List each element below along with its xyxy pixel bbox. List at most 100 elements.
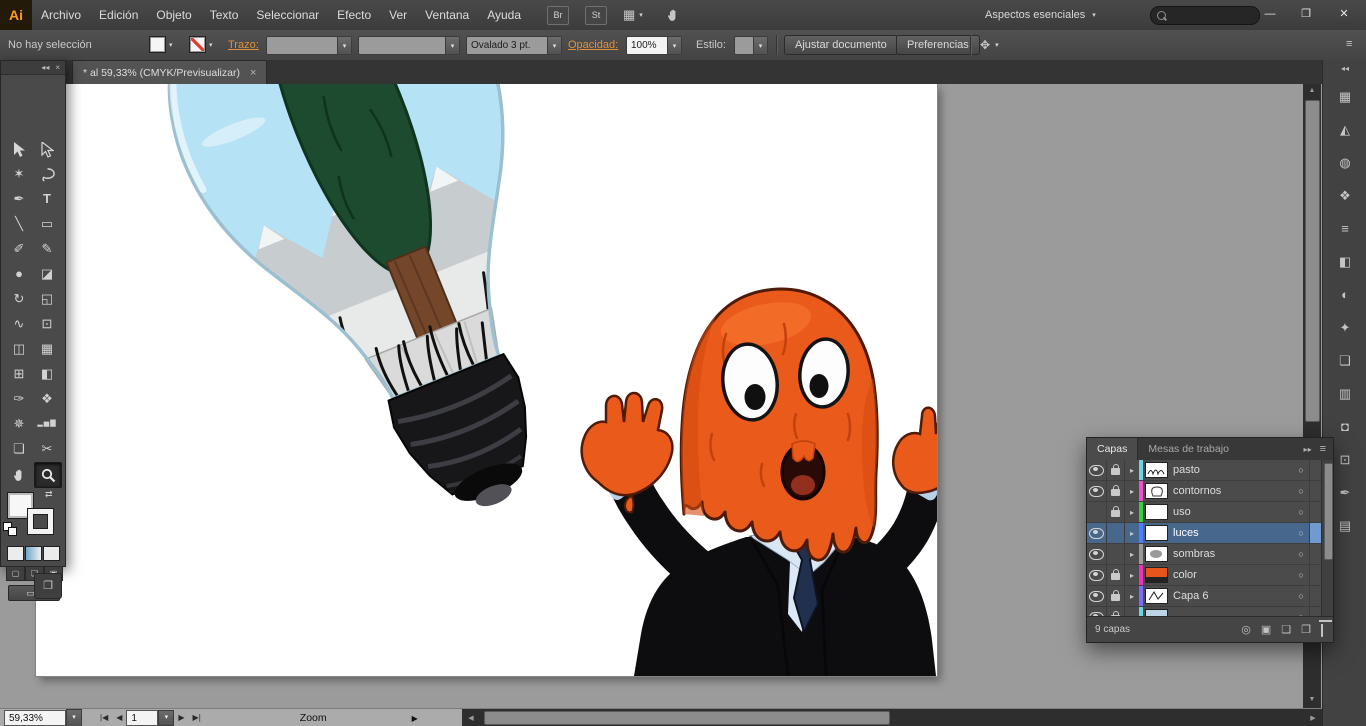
gradient-mode-button[interactable] xyxy=(26,547,41,560)
eye-toggle[interactable] xyxy=(1087,523,1107,543)
horizontal-scrollbar-thumb[interactable] xyxy=(484,711,890,725)
chevron-down-icon[interactable]: ▾ xyxy=(667,37,681,54)
blend-tool[interactable]: ❖ xyxy=(34,387,60,411)
layer-row[interactable]: ▸ luces ○ xyxy=(1087,523,1322,544)
tab-capas[interactable]: Capas xyxy=(1087,438,1139,460)
color-guide-panel-icon[interactable]: ◭ xyxy=(1323,117,1366,143)
vertical-scrollbar-thumb[interactable] xyxy=(1305,100,1320,422)
first-artboard-button[interactable]: |◀ xyxy=(96,709,112,726)
prev-artboard-button[interactable]: ◀ xyxy=(112,709,126,726)
expand-icon[interactable]: ▸ xyxy=(1125,550,1139,559)
layers-scrollbar-thumb[interactable] xyxy=(1323,463,1333,560)
menu-ver[interactable]: Ver xyxy=(380,0,416,30)
width-profile-combo[interactable]: ▾ xyxy=(358,36,460,55)
scroll-up-icon[interactable]: ▲ xyxy=(1303,87,1321,94)
panel-collapse-icon[interactable]: ▸▸ xyxy=(1304,445,1312,454)
eye-toggle[interactable] xyxy=(1087,481,1107,501)
none-mode-button[interactable] xyxy=(44,547,59,560)
layer-name[interactable]: sombras xyxy=(1170,548,1293,560)
pen-tool[interactable]: ✒ xyxy=(6,187,32,211)
eye-toggle[interactable] xyxy=(1087,586,1107,606)
slice-tool[interactable]: ✂ xyxy=(34,437,60,461)
swap-fill-stroke-icon[interactable]: ⇄ xyxy=(45,489,53,500)
eraser-tool[interactable]: ◪ xyxy=(34,262,60,286)
symbols-panel-icon[interactable]: ✦ xyxy=(1323,315,1366,341)
expand-icon[interactable]: ▸ xyxy=(1125,529,1139,538)
minimize-button[interactable]: — xyxy=(1256,4,1284,24)
menu-archivo[interactable]: Archivo xyxy=(32,0,90,30)
artboards-panel-icon[interactable]: ❏ xyxy=(1323,348,1366,374)
lock-toggle[interactable] xyxy=(1107,565,1125,585)
layer-name[interactable]: color xyxy=(1170,569,1293,581)
blob-brush-tool[interactable]: ● xyxy=(6,262,32,286)
layer-row[interactable]: ▸ sombras ○ xyxy=(1087,544,1322,565)
expand-icon[interactable]: ▸ xyxy=(1125,508,1139,517)
lasso-tool[interactable] xyxy=(34,162,60,186)
expand-icon[interactable]: ▸ xyxy=(1125,487,1139,496)
layer-name[interactable]: pasto xyxy=(1170,464,1293,476)
magic-wand-tool[interactable]: ✶ xyxy=(6,162,32,186)
app-logo[interactable]: Ai xyxy=(0,0,32,30)
line-segment-tool[interactable]: ╲ xyxy=(6,212,32,236)
artboard-number-field[interactable]: 1 xyxy=(126,710,159,726)
panel-menu-icon[interactable]: ≡ xyxy=(1320,443,1326,455)
type-tool[interactable]: T xyxy=(34,187,60,211)
eye-toggle[interactable] xyxy=(1087,544,1107,564)
artboard-dropdown-icon[interactable]: ▾ xyxy=(158,710,175,726)
hand-tool[interactable] xyxy=(6,462,32,486)
workspace-switcher[interactable]: Aspectos esenciales ▾ xyxy=(985,0,1096,30)
delete-layer-icon[interactable] xyxy=(1321,623,1323,637)
scale-tool[interactable]: ◱ xyxy=(34,287,60,311)
lock-toggle[interactable] xyxy=(1107,460,1125,480)
tab-mesas-de-trabajo[interactable]: Mesas de trabajo xyxy=(1138,438,1239,460)
eye-toggle[interactable] xyxy=(1087,502,1107,522)
scroll-left-icon[interactable]: ◀ xyxy=(464,714,478,722)
transparency-panel-icon[interactable]: ◐ xyxy=(1323,282,1366,308)
restore-button[interactable]: ❐ xyxy=(1292,4,1320,24)
zoom-tool[interactable] xyxy=(34,462,62,488)
layer-name[interactable]: luces xyxy=(1170,527,1293,539)
artboard-tool[interactable]: ❏ xyxy=(6,437,32,461)
status-display[interactable]: Zoom xyxy=(300,712,327,724)
width-tool[interactable]: ∿ xyxy=(6,312,32,336)
layer-row[interactable]: ▸ Capa 6 ○ xyxy=(1087,586,1322,607)
clipping-mask-icon[interactable]: ▣ xyxy=(1261,623,1271,636)
horizontal-scrollbar[interactable]: ◀ ▶ xyxy=(462,709,1322,726)
stroke-panel-link[interactable]: Trazo: xyxy=(228,30,259,60)
eyedropper-tool[interactable]: ✑ xyxy=(6,387,32,411)
appearance-panel-icon[interactable]: ◍ xyxy=(1323,150,1366,176)
stroke-panel-icon[interactable]: ≡ xyxy=(1323,216,1366,242)
document-tab[interactable]: * al 59,33% (CMYK/Previsualizar) × xyxy=(72,60,268,85)
layers-scrollbar[interactable] xyxy=(1321,460,1333,617)
bridge-button[interactable]: Br xyxy=(547,6,569,25)
lock-toggle[interactable] xyxy=(1107,586,1125,606)
menu-ventana[interactable]: Ventana xyxy=(416,0,478,30)
gradient-tool[interactable]: ◧ xyxy=(34,362,60,386)
stroke-color-swatch[interactable]: ▾ xyxy=(190,37,213,52)
chevron-down-icon[interactable]: ▾ xyxy=(337,37,351,54)
pencil-tool[interactable]: ✎ xyxy=(34,237,60,261)
new-layer-icon[interactable]: ❐ xyxy=(1301,623,1311,636)
last-artboard-button[interactable]: ▶| xyxy=(189,709,205,726)
chevron-down-icon[interactable]: ▾ xyxy=(445,37,459,54)
target-icon[interactable]: ○ xyxy=(1293,591,1309,601)
target-icon[interactable]: ○ xyxy=(1293,507,1309,517)
perspective-grid-tool[interactable]: ▦ xyxy=(34,337,60,361)
layer-row[interactable]: ▸ pasto ○ xyxy=(1087,460,1322,481)
menu-efecto[interactable]: Efecto xyxy=(328,0,380,30)
align-panel-icon[interactable]: ▥ xyxy=(1323,381,1366,407)
locate-object-icon[interactable]: ◎ xyxy=(1241,623,1251,636)
rotate-tool[interactable]: ↻ xyxy=(6,287,32,311)
arrange-documents-button[interactable]: ▦ ▾ xyxy=(623,0,643,30)
menu-edicion[interactable]: Edición xyxy=(90,0,147,30)
chevron-down-icon[interactable]: ▾ xyxy=(753,37,767,54)
fill-color-swatch[interactable]: ▾ xyxy=(150,37,173,52)
new-sublayer-icon[interactable]: ❏ xyxy=(1281,623,1291,636)
next-artboard-button[interactable]: ▶ xyxy=(174,709,188,726)
selection-tool[interactable] xyxy=(6,137,32,161)
dock-collapse-icon[interactable]: ◂◂ xyxy=(1323,64,1366,73)
zoom-control[interactable]: 59,33% ▾ xyxy=(4,709,82,726)
direct-selection-tool[interactable] xyxy=(34,137,60,161)
gesture-icon[interactable] xyxy=(666,8,680,25)
zoom-dropdown-icon[interactable]: ▾ xyxy=(66,709,82,726)
